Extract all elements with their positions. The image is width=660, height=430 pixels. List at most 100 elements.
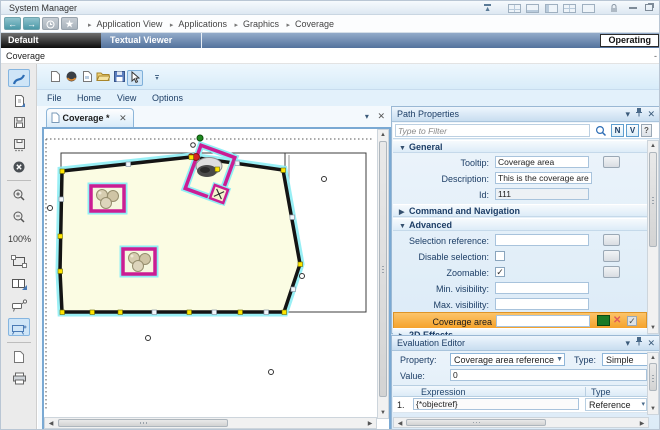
breadcrumb-arrow-icon: ▸: [234, 22, 238, 29]
callout-icon[interactable]: [8, 296, 30, 314]
close-document-icon[interactable]: ✕: [377, 111, 385, 121]
expression-header[interactable]: Expression: [421, 387, 466, 397]
operating-mode-button[interactable]: Operating: [600, 34, 659, 47]
save-icon[interactable]: [8, 113, 30, 131]
reference-ok-button[interactable]: [597, 315, 610, 326]
evaluation-editor-header[interactable]: Evaluation Editor ▾ ✕: [392, 336, 660, 351]
layout-cross-icon[interactable]: [563, 4, 576, 13]
print-icon[interactable]: [8, 369, 30, 387]
breadcrumb-item[interactable]: Application View: [97, 19, 163, 29]
path-properties-header[interactable]: Path Properties ▾ ✕: [392, 107, 660, 122]
title-bar: System Manager ▲: [1, 1, 660, 15]
pin-icon[interactable]: [635, 107, 643, 121]
search-icon[interactable]: [595, 125, 607, 139]
zoom-level-label[interactable]: 100%: [8, 230, 30, 248]
fit-view-icon[interactable]: [8, 252, 30, 270]
splitter-handle[interactable]: -: [654, 51, 657, 61]
section-2d-effects[interactable]: ▶2D Effects: [393, 328, 647, 335]
menu-bar: File Home View Options: [37, 90, 660, 106]
cancel-icon[interactable]: [8, 157, 30, 175]
pin-icon[interactable]: [635, 336, 643, 350]
chevron-down-icon[interactable]: ▾: [625, 336, 630, 350]
zoomable-evaluate-button[interactable]: [603, 266, 620, 278]
menu-options[interactable]: Options: [152, 93, 183, 103]
minimize-icon[interactable]: [629, 7, 637, 9]
toolbar-overflow-icon[interactable]: ▾: [149, 70, 165, 86]
history-icon[interactable]: [42, 17, 59, 30]
canvas-hscrollbar[interactable]: ◀ ▶: [44, 417, 377, 429]
path-properties-vscrollbar[interactable]: ▲ ▼: [647, 140, 659, 334]
lock-icon[interactable]: [610, 4, 617, 12]
projector-view-icon[interactable]: [8, 318, 30, 336]
selection-reference-evaluate-button[interactable]: [603, 234, 620, 246]
back-icon[interactable]: ←: [4, 17, 21, 30]
open-project-icon[interactable]: [63, 70, 79, 86]
import-document-icon[interactable]: [79, 70, 95, 86]
type-combo[interactable]: Simple: [602, 353, 652, 366]
export-document-icon[interactable]: [8, 91, 30, 109]
panel-title: Evaluation Editor: [397, 338, 465, 348]
panel-title: Path Properties: [397, 109, 459, 119]
close-tab-icon[interactable]: ✕: [119, 113, 127, 123]
description-input[interactable]: [495, 172, 592, 184]
evaluation-vscrollbar[interactable]: ▲ ▼: [647, 352, 659, 415]
tooltip-evaluate-button[interactable]: [603, 156, 620, 168]
breadcrumb-item[interactable]: Applications: [178, 19, 227, 29]
close-panel-icon[interactable]: ✕: [647, 336, 655, 350]
drawing-canvas[interactable]: ▲ ▼ ◀ ▶: [42, 127, 391, 430]
tooltip-input[interactable]: [495, 156, 589, 168]
reference-apply-checkbox[interactable]: ✓: [627, 316, 637, 326]
menu-home[interactable]: Home: [77, 93, 101, 103]
chevron-down-icon[interactable]: ▾: [625, 107, 630, 121]
zoom-in-icon[interactable]: [8, 185, 30, 203]
selection-reference-input[interactable]: [495, 234, 589, 246]
section-command-navigation[interactable]: ▶Command and Navigation: [393, 204, 647, 217]
expression-input[interactable]: [413, 398, 579, 410]
section-advanced[interactable]: ▼Advanced: [393, 218, 647, 231]
filter-value-button[interactable]: V: [626, 124, 639, 137]
type-header[interactable]: Type: [585, 387, 611, 397]
tab-default[interactable]: Default: [1, 33, 101, 48]
canvas-vscrollbar[interactable]: ▲ ▼: [377, 129, 389, 419]
save-as-icon[interactable]: [8, 135, 30, 153]
layout-left-icon[interactable]: [545, 4, 558, 13]
tab-list-chevron-icon[interactable]: ▾: [365, 112, 369, 121]
open-folder-icon[interactable]: [95, 70, 111, 86]
favorites-icon[interactable]: ★: [61, 17, 78, 30]
evaluation-hscrollbar[interactable]: ◀ ▶: [393, 417, 649, 428]
layout-grid-icon[interactable]: [508, 4, 521, 13]
tab-textual-viewer[interactable]: Textual Viewer: [101, 33, 202, 48]
layout-bottom-icon[interactable]: [526, 4, 539, 13]
property-combo[interactable]: Coverage area reference▼: [450, 353, 565, 366]
min-visibility-input[interactable]: [495, 282, 589, 294]
expression-type-combo[interactable]: Reference▾: [585, 398, 647, 411]
max-visibility-input[interactable]: [495, 298, 589, 310]
layout-single-icon[interactable]: [582, 4, 595, 13]
section-general[interactable]: ▼General: [393, 140, 647, 153]
save-file-icon[interactable]: [111, 70, 127, 86]
reference-clear-icon[interactable]: ✕: [613, 315, 621, 326]
new-document-icon[interactable]: [47, 70, 63, 86]
page-icon[interactable]: [8, 347, 30, 365]
tab-coverage-document[interactable]: Coverage * ✕: [46, 108, 134, 127]
disable-selection-evaluate-button[interactable]: [603, 250, 620, 262]
restore-icon[interactable]: [645, 3, 653, 13]
close-panel-icon[interactable]: ✕: [647, 107, 655, 121]
forward-icon[interactable]: →: [23, 17, 40, 30]
breadcrumb-item[interactable]: Graphics: [243, 19, 279, 29]
breadcrumb-item[interactable]: Coverage: [295, 19, 334, 29]
select-cursor-icon[interactable]: [127, 70, 143, 86]
filter-input[interactable]: [395, 124, 590, 137]
zoom-out-icon[interactable]: [8, 207, 30, 225]
value-input[interactable]: [450, 369, 647, 381]
coverage-area-reference-input[interactable]: [496, 315, 590, 327]
menu-view[interactable]: View: [117, 93, 136, 103]
split-view-icon[interactable]: [8, 274, 30, 292]
pen-tool-icon[interactable]: [8, 69, 30, 87]
menu-file[interactable]: File: [47, 93, 62, 103]
zoomable-checkbox[interactable]: ✓: [495, 267, 505, 277]
collapse-all-icon[interactable]: ▲: [484, 3, 491, 13]
filter-help-button[interactable]: ?: [641, 124, 652, 137]
disable-selection-checkbox[interactable]: [495, 251, 505, 261]
filter-name-button[interactable]: N: [611, 124, 624, 137]
